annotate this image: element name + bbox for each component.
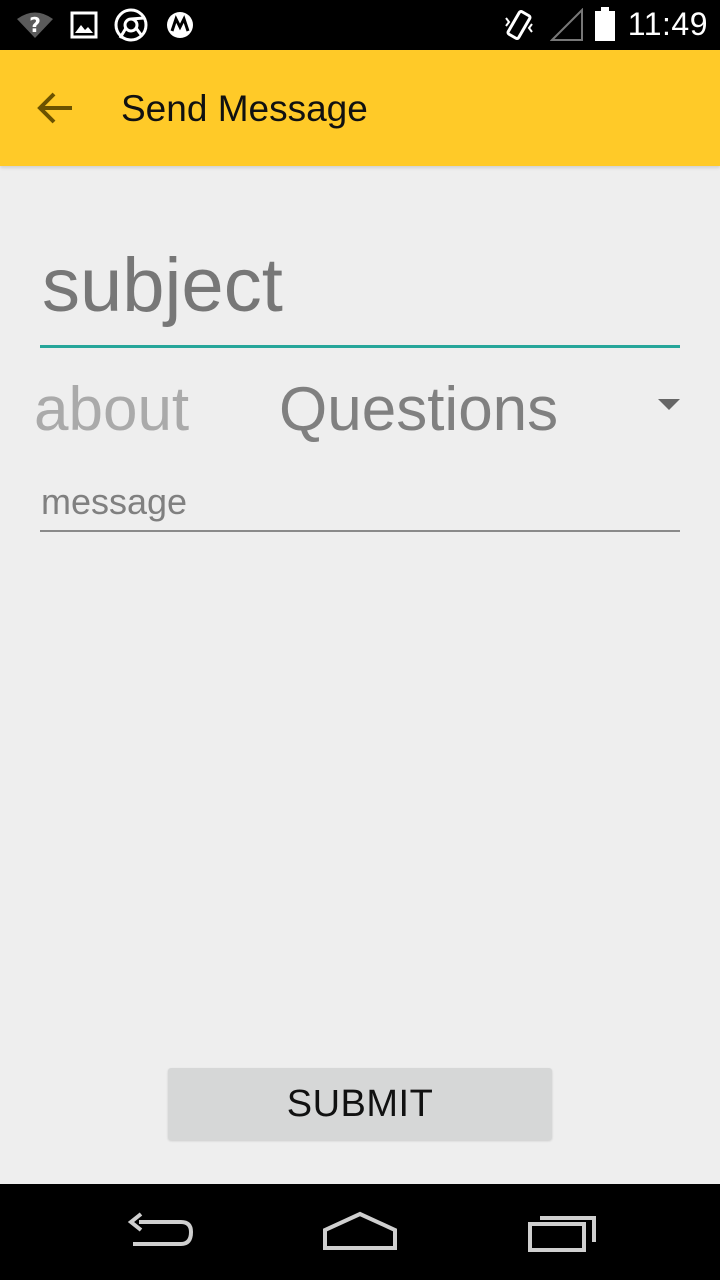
about-dropdown[interactable]: Questions bbox=[270, 366, 690, 452]
nav-back-button[interactable] bbox=[100, 1202, 220, 1262]
subject-placeholder: subject bbox=[42, 243, 283, 328]
status-bar: ? 11:49 bbox=[0, 0, 720, 50]
dropdown-caret-icon bbox=[658, 399, 680, 410]
image-icon bbox=[70, 11, 98, 39]
vibrate-icon bbox=[505, 9, 533, 41]
message-placeholder: message bbox=[41, 481, 188, 522]
app-bar: Send Message bbox=[0, 50, 720, 166]
wifi-unknown-icon: ? bbox=[17, 12, 53, 38]
about-label: about bbox=[34, 375, 190, 444]
subject-input[interactable]: subject bbox=[40, 230, 680, 348]
nav-recents-button[interactable] bbox=[502, 1202, 622, 1262]
recents-nav-icon bbox=[528, 1216, 596, 1252]
status-clock: 11:49 bbox=[627, 6, 708, 42]
navigation-bar bbox=[0, 1184, 720, 1280]
motorola-icon bbox=[167, 12, 193, 38]
nav-home-button[interactable] bbox=[300, 1202, 420, 1262]
back-button[interactable] bbox=[28, 80, 84, 136]
svg-text:?: ? bbox=[29, 13, 41, 37]
back-nav-icon bbox=[127, 1212, 194, 1246]
about-selected-value: Questions bbox=[279, 375, 559, 444]
home-nav-icon bbox=[323, 1211, 397, 1250]
chrome-icon bbox=[114, 8, 148, 42]
submit-button[interactable]: SUBMIT bbox=[168, 1068, 552, 1140]
page-title: Send Message bbox=[121, 88, 368, 129]
message-input[interactable]: message bbox=[40, 474, 680, 532]
arrow-back-icon bbox=[37, 92, 72, 124]
battery-icon bbox=[595, 7, 615, 41]
signal-icon bbox=[550, 8, 583, 41]
